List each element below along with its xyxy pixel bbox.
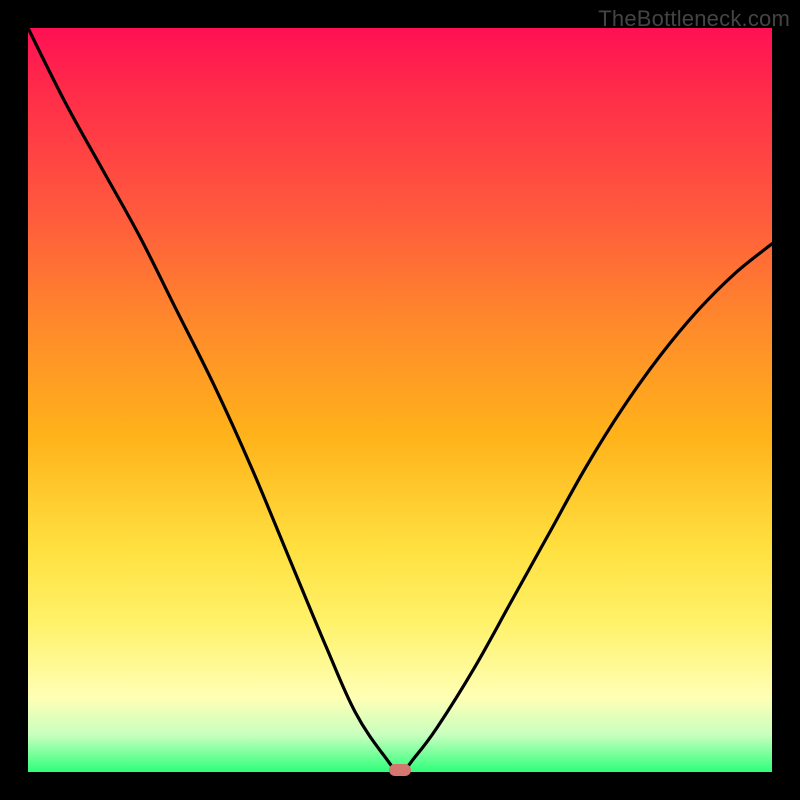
bottleneck-curve [28, 28, 772, 772]
plot-area [28, 28, 772, 772]
optimum-marker [389, 764, 411, 776]
watermark-text: TheBottleneck.com [598, 6, 790, 32]
chart-stage: TheBottleneck.com [0, 0, 800, 800]
